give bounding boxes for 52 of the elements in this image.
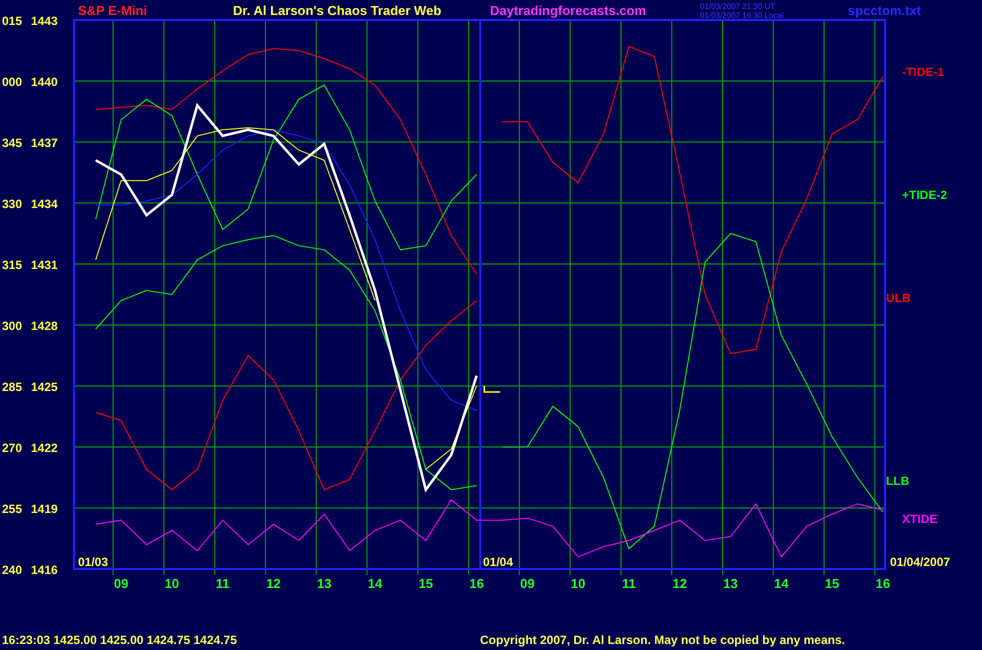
axis-label: 1416 (31, 563, 58, 577)
timestamp-text: 01/03/2007 16:30 Local (700, 11, 784, 20)
axis-label: 1419 (31, 502, 58, 516)
axis-label: 1428 (31, 319, 58, 333)
axis-label: 16 (469, 576, 484, 591)
axis-label: 240 (2, 563, 22, 577)
axis-label: 12 (672, 576, 687, 591)
axis-label: 09 (520, 576, 535, 591)
line-label: LLB (886, 474, 910, 488)
axis-label: 1422 (31, 441, 58, 455)
axis-label: 10 (570, 576, 586, 591)
date-label: 01/04 (483, 555, 514, 569)
axis-label: 255 (2, 502, 22, 516)
axis-label: 1443 (31, 14, 58, 28)
axis-label: 10 (164, 576, 180, 591)
axis-label: 1425 (31, 380, 58, 394)
symbol-label: S&P E-Mini (78, 3, 148, 18)
axis-label: 1434 (31, 197, 58, 211)
axis-label: 285 (2, 380, 22, 394)
date-label: 01/03 (78, 555, 108, 569)
axis-label: 000 (2, 75, 22, 89)
site-name: Daytradingforecasts.com (490, 3, 646, 18)
axis-label: 09 (114, 576, 128, 591)
axis-label: 11 (622, 576, 636, 591)
axis-label: 14 (774, 576, 788, 591)
axis-label: 13 (317, 576, 332, 591)
line-label: ULB (886, 291, 911, 305)
axis-label: 12 (266, 576, 281, 591)
axis-label: 300 (2, 319, 22, 333)
axis-label: 345 (2, 136, 22, 150)
axis-label: 015 (2, 14, 22, 28)
file-name: spcctom.txt (848, 3, 921, 18)
axis-label: 11 (216, 576, 230, 591)
timestamp-text: 01/03/2007 21:30 UT (700, 2, 776, 11)
axis-label: 315 (2, 258, 22, 272)
axis-label: 16 (876, 576, 890, 591)
chart-title: Dr. Al Larson's Chaos Trader Web (233, 3, 442, 18)
axis-label: 1440 (31, 75, 58, 89)
axis-label: 1437 (31, 136, 58, 150)
copyright-text: Copyright 2007, Dr. Al Larson. May not be copied by any means. (480, 633, 845, 647)
axis-label: 1431 (31, 258, 58, 272)
line-label: XTIDE (902, 512, 938, 526)
line-label: +TIDE-2 (902, 188, 948, 202)
date-label: 01/04/2007 (890, 555, 950, 569)
quote-text: 16:23:03 1425.00 1425.00 1424.75 1424.75 (2, 633, 237, 647)
axis-label: 15 (824, 576, 840, 591)
axis-label: 15 (418, 576, 434, 591)
line-label: -TIDE-1 (902, 65, 944, 79)
axis-label: 14 (368, 576, 382, 591)
axis-label: 270 (2, 441, 22, 455)
axis-label: 13 (723, 576, 738, 591)
axis-label: 330 (2, 197, 22, 211)
